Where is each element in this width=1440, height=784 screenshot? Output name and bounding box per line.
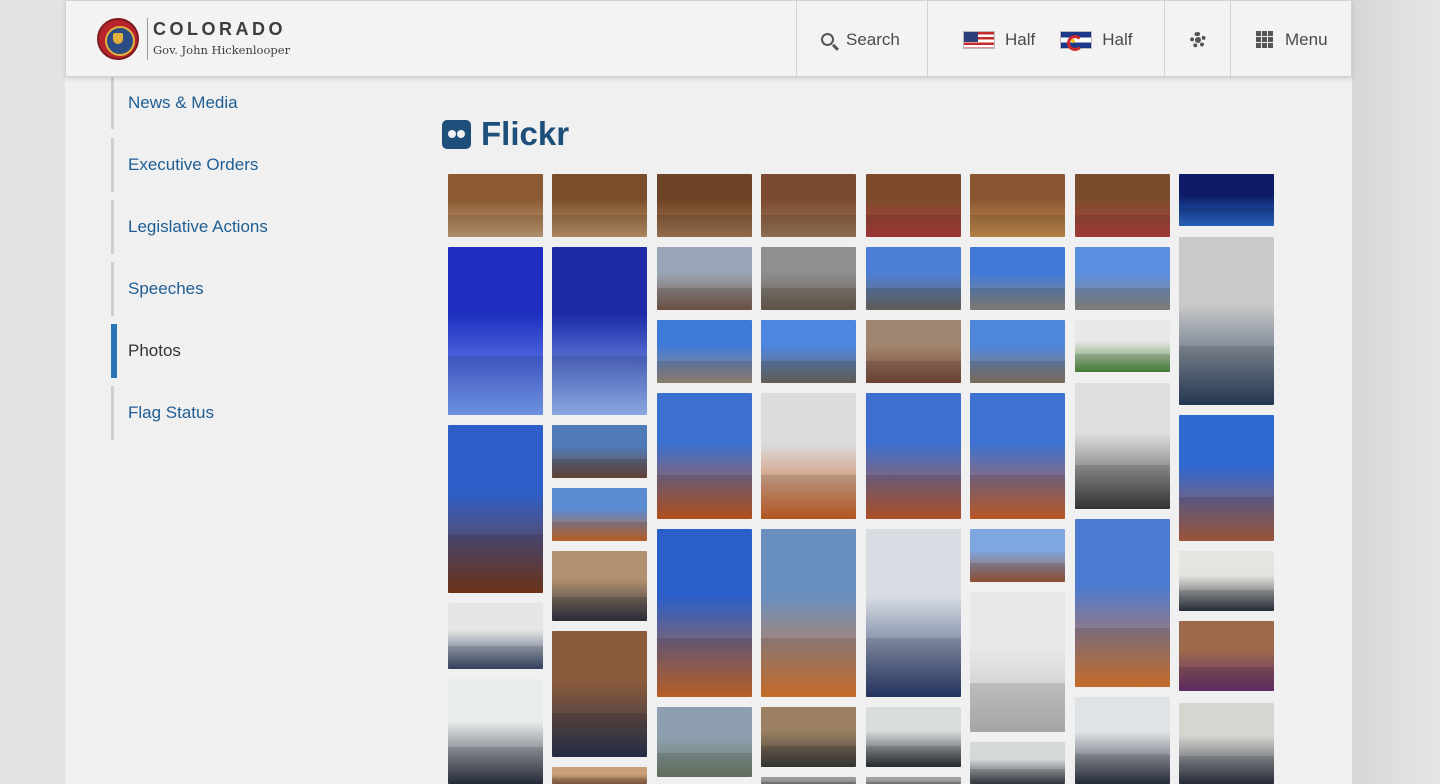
sidebar-nav: News & Media Executive Orders Legislativ… xyxy=(111,77,411,448)
photo-thumbnail[interactable] xyxy=(657,393,752,519)
photo-thumbnail[interactable] xyxy=(1075,320,1170,372)
photo-thumbnail[interactable] xyxy=(448,247,543,415)
sidebar-item-flag-status[interactable]: Flag Status xyxy=(111,386,411,440)
photo-thumbnail[interactable] xyxy=(1075,697,1170,784)
photo-thumbnail[interactable] xyxy=(761,393,856,519)
sidebar-item-label: News & Media xyxy=(128,93,238,112)
sidebar-item-label: Flag Status xyxy=(128,403,214,422)
sidebar-item-executive-orders[interactable]: Executive Orders xyxy=(111,138,411,192)
photo-thumbnail[interactable] xyxy=(866,174,961,237)
us-flag-icon xyxy=(963,30,995,49)
us-flag-status: Half xyxy=(1005,29,1036,49)
colorado-flag-icon xyxy=(1060,30,1093,51)
photo-thumbnail[interactable] xyxy=(761,320,856,383)
photo-thumbnail[interactable] xyxy=(657,247,752,310)
photo-thumbnail[interactable] xyxy=(1075,174,1170,237)
photo-thumbnail[interactable] xyxy=(761,777,856,784)
photo-thumbnail[interactable] xyxy=(866,393,961,519)
photo-thumbnail[interactable] xyxy=(552,551,647,621)
photo-thumbnail[interactable] xyxy=(866,707,961,767)
section-title: Flickr xyxy=(481,115,570,152)
photo-thumbnail[interactable] xyxy=(1179,551,1274,611)
sidebar-item-news-media[interactable]: News & Media xyxy=(111,77,411,129)
photo-thumbnail[interactable] xyxy=(552,247,647,415)
photo-thumbnail[interactable] xyxy=(552,767,647,784)
photo-thumbnail[interactable] xyxy=(761,529,856,697)
photo-thumbnail[interactable] xyxy=(552,174,647,237)
photo-thumbnail[interactable] xyxy=(1179,174,1274,226)
photo-thumbnail[interactable] xyxy=(761,707,856,767)
photo-thumbnail[interactable] xyxy=(448,174,543,237)
flag-status-widget[interactable]: Half Half xyxy=(927,1,1164,78)
photo-thumbnail[interactable] xyxy=(448,425,543,593)
sidebar-item-photos[interactable]: Photos xyxy=(111,324,411,378)
photo-thumbnail[interactable] xyxy=(1075,383,1170,509)
photo-thumbnail[interactable] xyxy=(657,174,752,237)
photo-thumbnail[interactable] xyxy=(761,247,856,310)
sidebar-item-label: Speeches xyxy=(128,279,204,298)
photo-thumbnail[interactable] xyxy=(970,393,1065,519)
flickr-section-header: Flickr xyxy=(442,115,569,153)
page-edge-shade xyxy=(1352,0,1440,784)
menu-button[interactable]: Menu xyxy=(1230,1,1353,78)
co-flag-status: Half xyxy=(1102,29,1133,49)
photo-thumbnail[interactable] xyxy=(970,742,1065,784)
gear-icon xyxy=(1189,31,1206,48)
settings-button[interactable] xyxy=(1164,1,1230,78)
photo-thumbnail[interactable] xyxy=(657,707,752,777)
sidebar-item-label: Executive Orders xyxy=(128,155,259,174)
photo-thumbnail[interactable] xyxy=(866,320,961,383)
grid-menu-icon xyxy=(1256,31,1273,48)
site-header: COLORADO Gov. John Hickenlooper Search H… xyxy=(65,0,1353,78)
sidebar-item-label: Photos xyxy=(128,341,181,360)
photo-thumbnail[interactable] xyxy=(657,529,752,697)
photo-thumbnail[interactable] xyxy=(866,777,961,784)
photo-thumbnail[interactable] xyxy=(866,529,961,697)
brand-title[interactable]: COLORADO xyxy=(153,19,286,40)
menu-label: Menu xyxy=(1285,29,1328,49)
photo-thumbnail[interactable] xyxy=(657,320,752,383)
photo-thumbnail[interactable] xyxy=(970,592,1065,732)
photo-thumbnail[interactable] xyxy=(1179,237,1274,405)
photo-thumbnail[interactable] xyxy=(866,247,961,310)
state-seal-logo[interactable] xyxy=(97,18,139,60)
photo-thumbnail[interactable] xyxy=(552,631,647,757)
photo-thumbnail[interactable] xyxy=(552,425,647,478)
photo-thumbnail[interactable] xyxy=(761,174,856,237)
sidebar-item-legislative-actions[interactable]: Legislative Actions xyxy=(111,200,411,254)
sidebar-item-label: Legislative Actions xyxy=(128,217,268,236)
photo-thumbnail[interactable] xyxy=(1179,415,1274,541)
sidebar-item-speeches[interactable]: Speeches xyxy=(111,262,411,316)
flickr-icon xyxy=(442,119,471,149)
photo-thumbnail[interactable] xyxy=(1075,519,1170,687)
brand-divider xyxy=(147,18,148,60)
photo-thumbnail[interactable] xyxy=(1179,703,1274,784)
search-icon xyxy=(821,33,834,46)
photo-thumbnail[interactable] xyxy=(970,320,1065,383)
search-label: Search xyxy=(846,29,900,49)
photo-thumbnail[interactable] xyxy=(448,679,543,784)
photo-thumbnail[interactable] xyxy=(970,247,1065,310)
photo-thumbnail[interactable] xyxy=(970,174,1065,237)
photo-thumbnail[interactable] xyxy=(1075,247,1170,310)
photo-thumbnail[interactable] xyxy=(1179,621,1274,691)
photo-thumbnail[interactable] xyxy=(448,603,543,669)
photo-thumbnail[interactable] xyxy=(552,488,647,541)
brand-subtitle[interactable]: Gov. John Hickenlooper xyxy=(153,43,290,57)
photo-thumbnail[interactable] xyxy=(970,529,1065,582)
search-button[interactable]: Search xyxy=(796,1,927,78)
